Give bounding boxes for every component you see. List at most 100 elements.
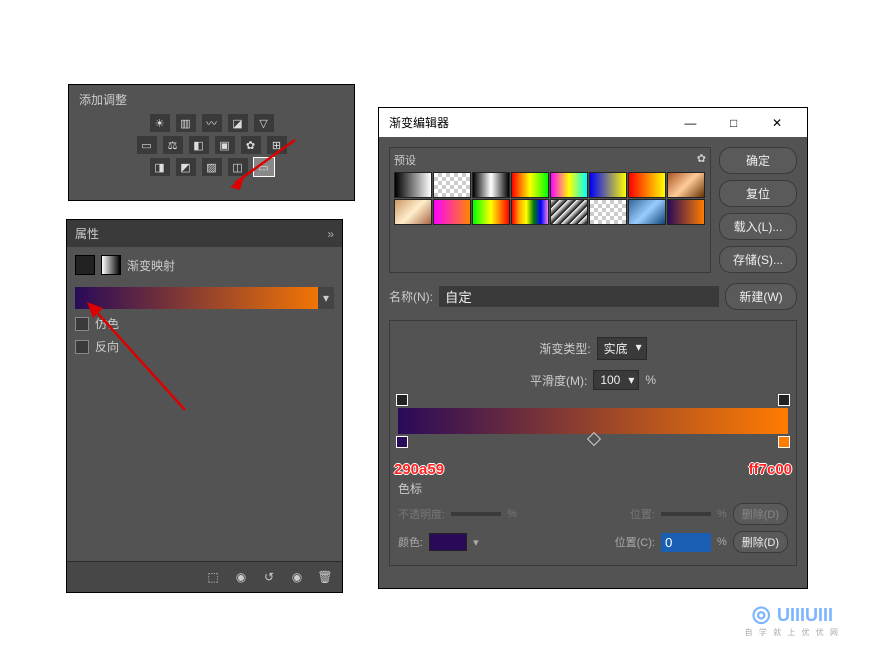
preset-swatch[interactable] [628,199,666,225]
preset-swatch[interactable] [433,172,471,198]
dither-label: 仿色 [95,315,119,332]
smoothness-label: 平滑度(M): [530,372,587,389]
ok-button[interactable]: 确定 [719,147,797,174]
preset-swatch[interactable] [472,172,510,198]
opacity-loc-input [661,512,711,516]
opacity-stop-right[interactable] [778,394,790,406]
gradient-editor-dialog: 渐变编辑器 — □ ✕ 预设 ✿ [378,107,808,589]
clip-icon[interactable]: ⬚ [204,569,222,585]
preset-grid [394,172,706,225]
preset-swatch[interactable] [589,199,627,225]
preset-swatch[interactable] [511,199,549,225]
preset-swatch[interactable] [511,172,549,198]
preset-swatch[interactable] [589,172,627,198]
threshold-icon[interactable]: ▨ [202,158,222,176]
levels-icon[interactable]: ▥ [176,114,196,132]
gradient-ramp[interactable]: 290a59 ff7c00 [398,408,788,434]
gradient-editor-title: 渐变编辑器 [389,114,449,131]
gradient-dropdown-icon[interactable]: ▾ [318,287,334,309]
save-button[interactable]: 存储(S)... [719,246,797,273]
visibility-icon[interactable]: ◉ [288,569,306,585]
minimize-button[interactable]: — [670,116,710,130]
adjustments-row-2: ▭ ⚖ ◧ ▣ ✿ ⊞ [79,136,344,154]
pct-label: % [645,373,656,387]
close-button[interactable]: ✕ [757,116,797,130]
adjustments-row-1: ☀ ▥ 〰 ◪ ▽ [79,114,344,132]
channel-mixer-icon[interactable]: ✿ [241,136,261,154]
adjustment-type-icon [75,255,95,275]
color-balance-icon[interactable]: ⚖ [163,136,183,154]
opacity-delete-button: 删除(D) [733,503,788,525]
dither-row[interactable]: 仿色 [75,315,334,332]
bw-icon[interactable]: ◧ [189,136,209,154]
gradient-editor-titlebar: 渐变编辑器 — □ ✕ [379,108,807,137]
gradient-editor-body: 预设 ✿ [379,137,807,576]
gradient-map-type-row: 渐变映射 [75,255,334,275]
adjustments-panel: 添加调整 ☀ ▥ 〰 ◪ ▽ ▭ ⚖ ◧ ▣ ✿ ⊞ ◨ ◩ ▨ ◫ ▭ [68,84,355,201]
properties-menu-icon[interactable]: » [327,227,334,241]
adjustments-row-3: ◨ ◩ ▨ ◫ ▭ [79,158,344,176]
gradient-settings: 渐变类型: 实底 平滑度(M): 100 % 290a59 ff7c00 色标 … [389,320,797,566]
view-previous-icon[interactable]: ◉ [232,569,250,585]
gradient-map-icon[interactable]: ▭ [254,158,274,176]
adjustments-title: 添加调整 [79,91,344,108]
gradient-type-select[interactable]: 实底 [597,337,647,360]
preset-swatch[interactable] [550,172,588,198]
reset-icon[interactable]: ↺ [260,569,278,585]
exposure-icon[interactable]: ◪ [228,114,248,132]
hue-sat-icon[interactable]: ▭ [137,136,157,154]
presets-gear-icon[interactable]: ✿ [697,152,706,168]
reverse-row[interactable]: 反向 [75,338,334,355]
color-stop-right[interactable] [778,436,790,448]
preset-swatch[interactable] [394,172,432,198]
selective-color-icon[interactable]: ◫ [228,158,248,176]
new-button[interactable]: 新建(W) [725,283,797,310]
preset-swatch[interactable] [394,199,432,225]
properties-header: 属性 » [67,220,342,247]
right-stop-hex-label: ff7c00 [749,461,792,478]
properties-footer: ⬚ ◉ ↺ ◉ 🗑 [67,561,342,592]
preset-swatch[interactable] [628,172,666,198]
preset-swatch[interactable] [550,199,588,225]
color-loc-input[interactable] [661,533,711,552]
reverse-checkbox[interactable] [75,340,89,354]
preset-swatch[interactable] [472,199,510,225]
opacity-stop-controls: 不透明度: % 位置: % 删除(D) [398,503,788,525]
midpoint-marker[interactable] [587,432,601,446]
stops-group-label: 色标 [398,480,788,497]
properties-body: 渐变映射 ▾ 仿色 反向 [67,247,342,369]
trash-icon[interactable]: 🗑 [316,569,334,585]
properties-tab[interactable]: 属性 [75,225,99,242]
name-input[interactable] [439,286,719,307]
presets-label: 预设 [394,152,416,168]
posterize-icon[interactable]: ◩ [176,158,196,176]
color-stop-left[interactable] [396,436,408,448]
color-swatch[interactable] [429,533,467,551]
preset-swatch[interactable] [667,199,705,225]
color-loc-label: 位置(C): [615,534,655,550]
load-button[interactable]: 载入(L)... [719,213,797,240]
left-stop-hex-label: 290a59 [394,461,444,478]
preset-swatch[interactable] [667,172,705,198]
invert-icon[interactable]: ◨ [150,158,170,176]
cancel-button[interactable]: 复位 [719,180,797,207]
mask-icon[interactable] [101,255,121,275]
adjustment-type-label: 渐变映射 [127,257,175,274]
name-label: 名称(N): [389,288,433,305]
opacity-label: 不透明度: [398,506,445,522]
photo-filter-icon[interactable]: ▣ [215,136,235,154]
gradient-preview-bar[interactable]: ▾ [75,287,334,309]
curves-icon[interactable]: 〰 [202,114,222,132]
watermark-logo: ◎ UIIIUIII 自 学 就 上 优 优 网 [745,601,840,638]
vibrance-icon[interactable]: ▽ [254,114,274,132]
brightness-icon[interactable]: ☀ [150,114,170,132]
color-dropdown-icon[interactable]: ▾ [473,536,479,549]
maximize-button[interactable]: □ [714,116,754,130]
preset-swatch[interactable] [433,199,471,225]
opacity-stop-left[interactable] [396,394,408,406]
window-controls: — □ ✕ [670,116,797,130]
color-delete-button[interactable]: 删除(D) [733,531,788,553]
dither-checkbox[interactable] [75,317,89,331]
smoothness-input[interactable]: 100 [593,370,639,390]
color-lookup-icon[interactable]: ⊞ [267,136,287,154]
